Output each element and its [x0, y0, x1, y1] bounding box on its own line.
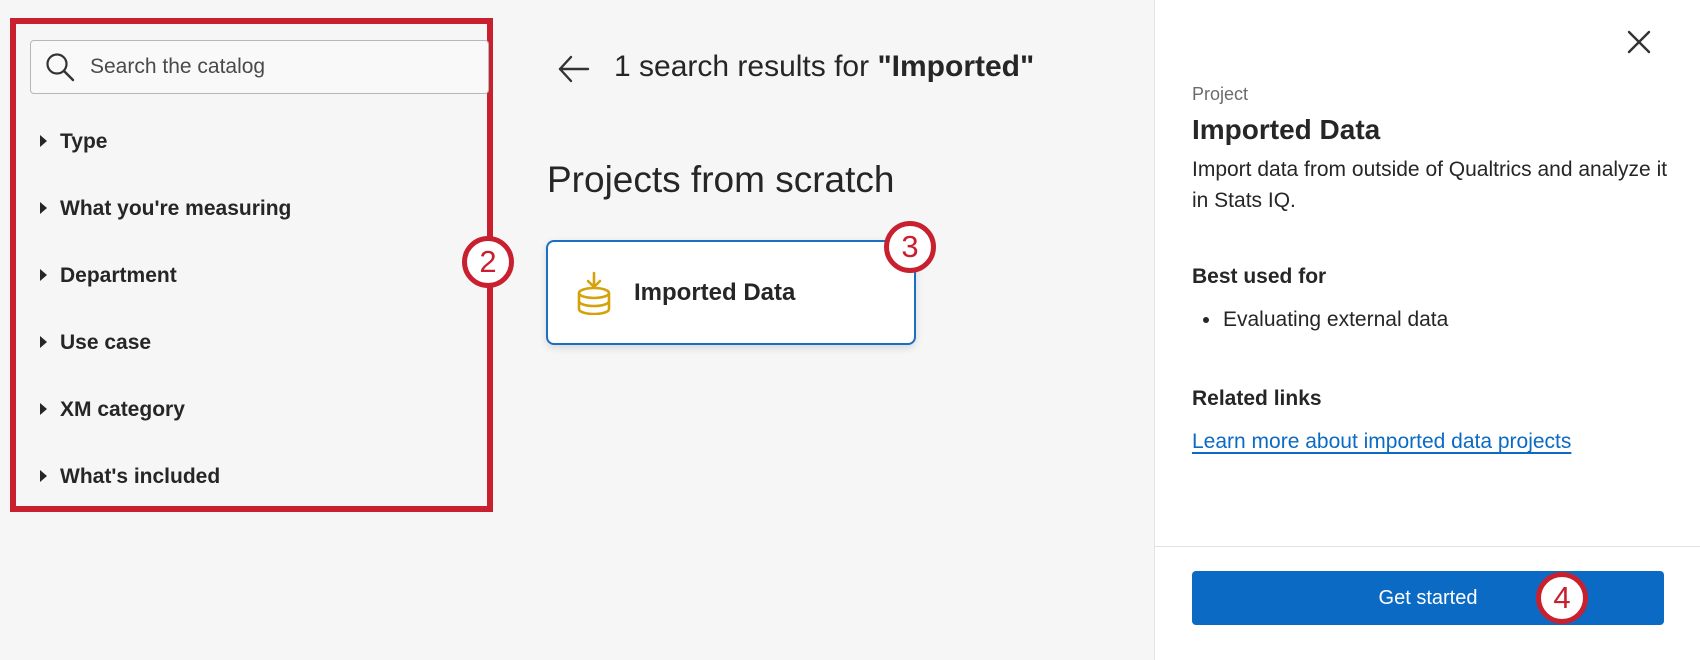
filter-type[interactable]: Type	[40, 130, 291, 197]
filter-label: XM category	[60, 398, 185, 421]
filter-use-case[interactable]: Use case	[40, 331, 291, 398]
search-icon	[46, 53, 75, 82]
get-started-button[interactable]: Get started	[1192, 571, 1664, 625]
filter-list: Type What you're measuring Department Us…	[40, 130, 291, 532]
caret-right-icon	[40, 403, 47, 415]
best-used-item-text: Evaluating external data	[1223, 308, 1449, 331]
step-badge-4: 4	[1536, 572, 1588, 624]
results-count-text: 1 search results for	[614, 50, 878, 83]
caret-right-icon	[40, 336, 47, 348]
filter-what-youre-measuring[interactable]: What you're measuring	[40, 197, 291, 264]
bullet-dot	[1203, 317, 1209, 323]
caret-right-icon	[40, 470, 47, 482]
close-icon[interactable]	[1625, 28, 1653, 56]
project-kicker: Project	[1192, 84, 1249, 104]
filter-label: Type	[60, 130, 108, 153]
panel-divider	[1155, 546, 1700, 547]
filter-whats-included[interactable]: What's included	[40, 465, 291, 532]
filter-department[interactable]: Department	[40, 264, 291, 331]
app-root: Type What you're measuring Department Us…	[0, 0, 1700, 660]
caret-right-icon	[40, 202, 47, 214]
best-used-item: Evaluating external data	[1192, 308, 1448, 332]
catalog-search-input[interactable]	[90, 55, 470, 79]
filter-label: What's included	[60, 465, 221, 488]
step-badge-3: 3	[884, 221, 936, 273]
filter-label: What you're measuring	[60, 197, 292, 220]
caret-right-icon	[40, 269, 47, 281]
caret-right-icon	[40, 135, 47, 147]
filter-label: Department	[60, 264, 177, 287]
project-details-panel: Project Imported Data Import data from o…	[1154, 0, 1700, 660]
project-card-imported-data[interactable]: Imported Data	[546, 240, 916, 345]
database-import-icon	[577, 271, 611, 315]
filter-label: Use case	[60, 331, 152, 354]
filter-xm-category[interactable]: XM category	[40, 398, 291, 465]
catalog-filter-sidebar: Type What you're measuring Department Us…	[10, 18, 493, 512]
section-title: Projects from scratch	[547, 159, 895, 200]
best-used-heading: Best used for	[1192, 265, 1327, 288]
results-query: "Imported"	[877, 50, 1035, 83]
search-results-heading: 1 search results for "Imported"	[614, 50, 1034, 84]
best-used-list: Evaluating external data	[1192, 308, 1448, 332]
learn-more-link[interactable]: Learn more about imported data projects	[1192, 430, 1571, 454]
back-arrow-icon[interactable]	[556, 52, 592, 86]
project-description: Import data from outside of Qualtrics an…	[1192, 158, 1668, 212]
project-card-title: Imported Data	[634, 278, 796, 306]
project-title: Imported Data	[1192, 114, 1381, 145]
catalog-search-box[interactable]	[30, 40, 489, 94]
step-badge-2: 2	[462, 236, 514, 288]
related-links-heading: Related links	[1192, 387, 1322, 410]
